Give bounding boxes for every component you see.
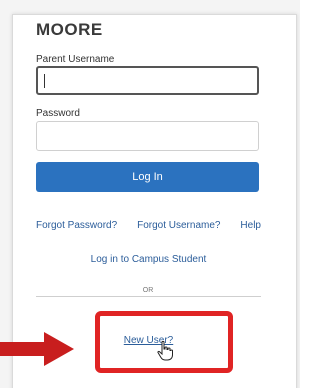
screenshot-stage: MOORE Parent Username Password Log In Fo…	[0, 0, 300, 388]
hand-pointer-icon	[157, 341, 173, 361]
text-caret	[44, 74, 45, 88]
arrow-right-icon	[0, 332, 74, 366]
forgot-password-link[interactable]: Forgot Password?	[36, 220, 117, 231]
help-link[interactable]: Help	[240, 220, 261, 231]
username-label: Parent Username	[36, 54, 115, 65]
or-label: OR	[138, 287, 158, 294]
or-divider	[36, 296, 261, 297]
campus-student-link[interactable]: Log in to Campus Student	[36, 254, 261, 265]
district-title: MOORE	[36, 20, 103, 39]
login-button[interactable]: Log In	[36, 162, 259, 192]
password-label: Password	[36, 108, 80, 119]
forgot-username-link[interactable]: Forgot Username?	[137, 220, 220, 231]
help-links-row: Forgot Password? Forgot Username? Help	[36, 220, 261, 231]
username-input[interactable]	[36, 66, 259, 95]
password-input[interactable]	[36, 121, 259, 151]
